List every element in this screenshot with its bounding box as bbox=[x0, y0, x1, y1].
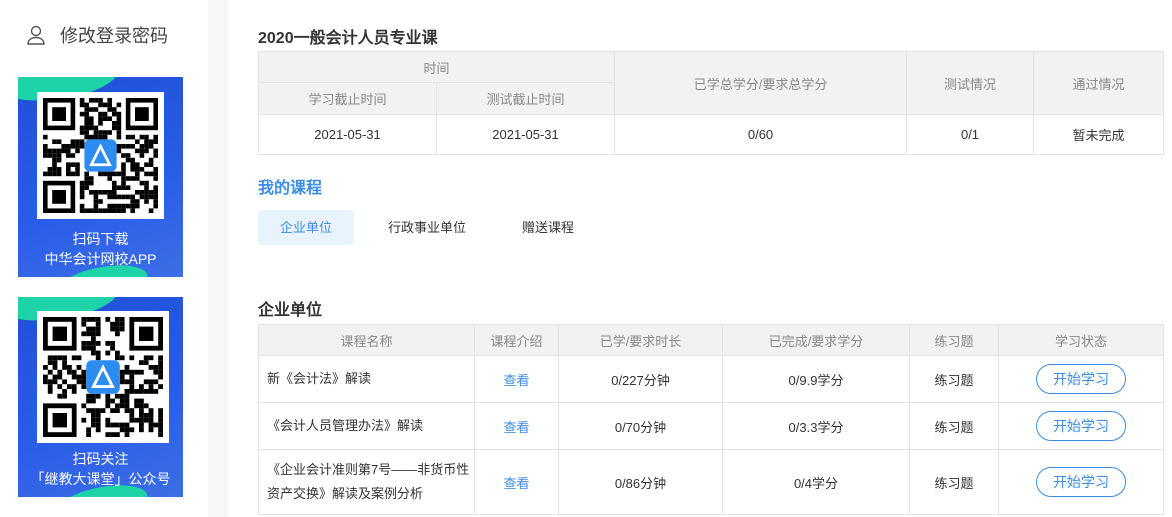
credits: 0/3.3学分 bbox=[722, 402, 910, 450]
tab-enterprise[interactable]: 企业单位 bbox=[258, 210, 355, 245]
promo-line2: 「继教大课堂」公众号 bbox=[30, 471, 171, 487]
wechat-follow-promo: 扫码关注 「继教大课堂」公众号 bbox=[18, 297, 183, 497]
qr-code-wechat bbox=[37, 311, 169, 443]
pass-status: 暂未完成 bbox=[1033, 114, 1165, 155]
col-intro: 课程介绍 bbox=[474, 324, 559, 356]
study-deadline: 2021-05-31 bbox=[258, 114, 437, 155]
summary-table: 时间 已学总学分/要求总学分 测试情况 通过情况 学习截止时间 测试截止时间 2… bbox=[257, 51, 1165, 155]
course-name: 《会计人员管理办法》解读 bbox=[258, 402, 475, 450]
course-name: 《企业会计准则第7号——非货币性资产交换》解读及案例分析 bbox=[258, 449, 475, 515]
promo-line1: 扫码关注 bbox=[72, 451, 129, 467]
col-name: 课程名称 bbox=[258, 324, 475, 356]
app-download-promo: 扫码下载 中华会计网校APP bbox=[18, 77, 183, 277]
my-courses-title: 我的课程 bbox=[258, 180, 323, 197]
start-study-button[interactable]: 开始学习 bbox=[1036, 411, 1126, 441]
view-intro-link[interactable]: 查看 bbox=[474, 449, 559, 515]
header-test: 测试情况 bbox=[906, 51, 1035, 115]
table-row: 《企业会计准则第7号——非货币性资产交换》解读及案例分析 查看 0/86分钟 0… bbox=[258, 449, 1164, 515]
course-tabs: 企业单位 行政事业单位 赠送课程 bbox=[258, 210, 608, 245]
test-deadline: 2021-05-31 bbox=[435, 114, 616, 155]
credits: 0/60 bbox=[614, 114, 908, 155]
table-row: 新《会计法》解读 查看 0/227分钟 0/9.9学分 练习题 开始学习 bbox=[258, 355, 1164, 403]
credits: 0/9.9学分 bbox=[722, 355, 910, 403]
promo-line1: 扫码下载 bbox=[72, 231, 129, 247]
col-status: 学习状态 bbox=[998, 324, 1164, 356]
col-credits: 已完成/要求学分 bbox=[722, 324, 910, 356]
divider bbox=[208, 0, 228, 517]
start-study-button[interactable]: 开始学习 bbox=[1036, 467, 1126, 497]
table-row: 《会计人员管理办法》解读 查看 0/70分钟 0/3.3学分 练习题 开始学习 bbox=[258, 402, 1164, 450]
view-intro-link[interactable]: 查看 bbox=[474, 402, 559, 450]
header-pass: 通过情况 bbox=[1033, 51, 1165, 115]
tab-gift-courses[interactable]: 赠送课程 bbox=[500, 210, 596, 245]
sidebar: 修改登录密码 扫码下载 中华会计网校APP 扫码关注 「继教大课堂」公众号 bbox=[0, 0, 208, 517]
header-test-deadline: 测试截止时间 bbox=[435, 82, 616, 115]
course-name: 新《会计法》解读 bbox=[258, 355, 475, 403]
promo-line2: 中华会计网校APP bbox=[44, 251, 157, 267]
header-credits: 已学总学分/要求总学分 bbox=[614, 51, 908, 115]
col-exercise: 练习题 bbox=[909, 324, 999, 356]
tab-administrative[interactable]: 行政事业单位 bbox=[366, 210, 488, 245]
exercise-link[interactable]: 练习题 bbox=[909, 355, 999, 403]
credits: 0/4学分 bbox=[722, 449, 910, 515]
duration: 0/227分钟 bbox=[558, 355, 723, 403]
start-study-button[interactable]: 开始学习 bbox=[1036, 364, 1126, 394]
user-icon bbox=[27, 25, 45, 45]
header-study-deadline: 学习截止时间 bbox=[258, 82, 437, 115]
change-password-link[interactable]: 修改登录密码 bbox=[26, 22, 168, 48]
view-intro-link[interactable]: 查看 bbox=[474, 355, 559, 403]
header-time: 时间 bbox=[257, 51, 616, 83]
course-table: 课程名称 课程介绍 已学/要求时长 已完成/要求学分 练习题 学习状态 新《会计… bbox=[258, 324, 1164, 515]
duration: 0/70分钟 bbox=[558, 402, 723, 450]
qr-code-app bbox=[37, 92, 164, 219]
exercise-link[interactable]: 练习题 bbox=[909, 449, 999, 515]
summary-title: 2020一般会计人员专业课 bbox=[258, 30, 438, 47]
test-status: 0/1 bbox=[906, 114, 1035, 155]
change-password-label: 修改登录密码 bbox=[60, 26, 168, 46]
col-duration: 已学/要求时长 bbox=[558, 324, 723, 356]
exercise-link[interactable]: 练习题 bbox=[909, 402, 999, 450]
section-title: 企业单位 bbox=[258, 302, 323, 319]
duration: 0/86分钟 bbox=[558, 449, 723, 515]
